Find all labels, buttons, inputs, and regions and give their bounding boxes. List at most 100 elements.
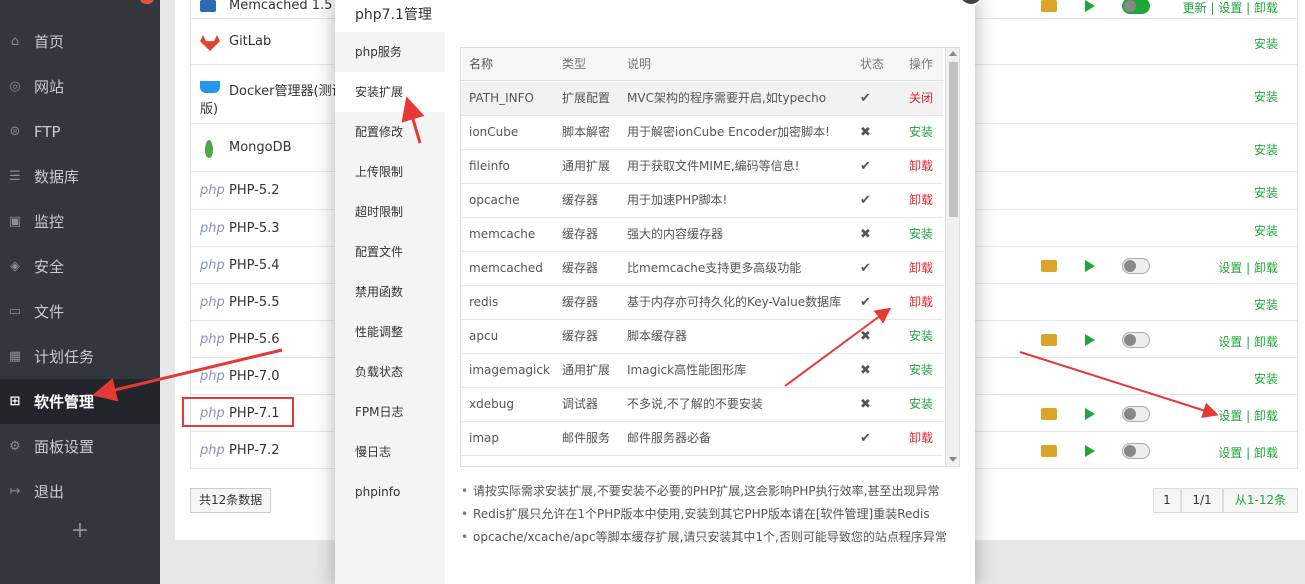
ext-type: 缓存器 — [562, 261, 599, 275]
ext-action-link[interactable]: 卸载 — [909, 286, 933, 319]
ext-name: memcache — [469, 227, 536, 241]
ext-action-link[interactable]: 安装 — [909, 388, 933, 421]
note-item: Redis扩展只允许在1个PHP版本中使用,安装到其它PHP版本请在[软件管理]… — [461, 503, 947, 526]
install-link[interactable]: 安装 — [1254, 296, 1278, 313]
install-link[interactable]: 安装 — [1254, 222, 1278, 239]
scroll-down-icon[interactable] — [949, 457, 957, 462]
folder-icon[interactable] — [1041, 408, 1057, 420]
sidebar-item-7[interactable]: ▦ 计划任务 — [0, 334, 160, 379]
folder-icon[interactable] — [1041, 0, 1057, 12]
status-icon: ✔ — [860, 193, 871, 208]
ext-action-link[interactable]: 卸载 — [909, 252, 933, 285]
sidebar-item-1[interactable]: ◎ 网站 — [0, 64, 160, 109]
menu-item-11[interactable]: phpinfo — [335, 472, 445, 512]
php-logo-icon: php — [200, 258, 225, 273]
install-link[interactable]: 安装 — [1254, 35, 1278, 52]
table-row: apcu 缓存器 脚本缓存器 ✖ 安装 — [461, 320, 943, 354]
col-name: 名称 — [469, 57, 494, 71]
table-row: memcached 缓存器 比memcache支持更多高级功能 ✔ 卸载 — [461, 252, 943, 286]
menu-item-6[interactable]: 禁用函数 — [335, 272, 445, 312]
table-header: 名称 类型 说明 状态 操作 — [461, 48, 943, 81]
settings-uninstall-link[interactable]: 设置 | 卸载 — [1218, 407, 1278, 424]
folder-icon[interactable] — [1041, 445, 1057, 457]
ext-type: 脚本解密 — [562, 125, 611, 139]
menu-item-8[interactable]: 负载状态 — [335, 352, 445, 392]
gear-icon: ⚙ — [9, 439, 21, 454]
menu-item-5[interactable]: 配置文件 — [335, 232, 445, 272]
install-link[interactable]: 安装 — [1254, 184, 1278, 201]
scroll-up-icon[interactable] — [949, 51, 957, 56]
software-name: PHP-5.4 — [229, 258, 280, 273]
sidebar-item-0[interactable]: ⌂ 首页 — [0, 19, 160, 64]
settings-uninstall-link[interactable]: 设置 | 卸载 — [1218, 259, 1278, 276]
software-name: GitLab — [229, 34, 272, 49]
folder-icon[interactable] — [1041, 334, 1057, 346]
sidebar-item-5[interactable]: ◈ 安全 — [0, 244, 160, 289]
ext-desc: 邮件服务器必备 — [627, 431, 712, 445]
ext-desc: Imagick高性能图形库 — [627, 363, 747, 377]
menu-item-2[interactable]: 配置修改 — [335, 112, 445, 152]
ext-name: imagemagick — [469, 363, 550, 377]
ext-type: 缓存器 — [562, 227, 599, 241]
menu-item-9[interactable]: FPM日志 — [335, 392, 445, 432]
play-icon[interactable] — [1085, 260, 1095, 272]
menu-item-3[interactable]: 上传限制 — [335, 152, 445, 192]
play-icon[interactable] — [1085, 408, 1095, 420]
ext-action-link[interactable]: 安装 — [909, 218, 933, 251]
sidebar-item-9[interactable]: ⚙ 面板设置 — [0, 424, 160, 469]
play-icon[interactable] — [1085, 0, 1095, 12]
toggle-switch[interactable] — [1122, 443, 1150, 459]
sidebar-item-3[interactable]: ☰ 数据库 — [0, 154, 160, 199]
sidebar-item-2[interactable]: ⊜ FTP — [0, 109, 160, 154]
settings-uninstall-link[interactable]: 设置 | 卸载 — [1218, 444, 1278, 461]
scroll-thumb[interactable] — [949, 62, 958, 217]
sidebar-item-8[interactable]: ⊞ 软件管理 — [0, 379, 160, 424]
ext-action-link[interactable]: 安装 — [909, 320, 933, 353]
ext-desc: 脚本缓存器 — [627, 329, 688, 343]
calendar-icon: ▦ — [8, 349, 22, 364]
modal-menu: php服务 安装扩展 配置修改 上传限制 超时限制 配置文件 禁用函数 性能调整 负载状态 FPM… — [335, 32, 445, 584]
sidebar-item-4[interactable]: ▣ 监控 — [0, 199, 160, 244]
php-logo-icon: php — [200, 295, 225, 310]
scrollbar[interactable] — [945, 48, 959, 466]
toggle-switch[interactable] — [1122, 258, 1150, 274]
ext-action-link[interactable]: 安装 — [909, 116, 933, 149]
menu-item-1[interactable]: 安装扩展 — [335, 72, 445, 112]
ext-desc: MVC架构的程序需要开启,如typecho — [627, 91, 827, 105]
table-row: ionCube 脚本解密 用于解密ionCube Encoder加密脚本! ✖ 安装 — [461, 116, 943, 150]
play-icon[interactable] — [1085, 445, 1095, 457]
install-link[interactable]: 安装 — [1254, 370, 1278, 387]
menu-item-0[interactable]: php服务 — [335, 32, 445, 72]
ext-action-link[interactable]: 卸载 — [909, 150, 933, 183]
toggle-switch[interactable] — [1122, 406, 1150, 422]
ext-name: PATH_INFO — [469, 91, 534, 105]
mongodb-icon — [205, 140, 213, 158]
sidebar-item-6[interactable]: ▭ 文件 — [0, 289, 160, 334]
ext-type: 通用扩展 — [562, 363, 611, 377]
menu-item-4[interactable]: 超时限制 — [335, 192, 445, 232]
toggle-switch[interactable] — [1122, 332, 1150, 348]
php-logo-icon: php — [200, 183, 225, 198]
install-link[interactable]: 安装 — [1254, 88, 1278, 105]
pager-current[interactable]: 1 — [1153, 488, 1181, 513]
ext-action-link[interactable]: 卸载 — [909, 184, 933, 217]
ext-type: 缓存器 — [562, 295, 599, 309]
play-icon[interactable] — [1085, 334, 1095, 346]
ext-action-link[interactable]: 安装 — [909, 354, 933, 387]
menu-item-7[interactable]: 性能调整 — [335, 312, 445, 352]
software-ops[interactable]: 更新 | 设置 | 卸载 — [1183, 0, 1278, 16]
add-shortcut-button[interactable]: + — [0, 518, 160, 543]
toggle-switch[interactable] — [1122, 0, 1150, 14]
settings-uninstall-link[interactable]: 设置 | 卸载 — [1218, 333, 1278, 350]
ext-action-link[interactable]: 卸载 — [909, 422, 933, 455]
install-link[interactable]: 安装 — [1254, 141, 1278, 158]
sidebar-item-10[interactable]: ↦ 退出 — [0, 469, 160, 514]
menu-item-10[interactable]: 慢日志 — [335, 432, 445, 472]
globe-icon: ◎ — [9, 79, 21, 94]
ext-name: memcached — [469, 261, 543, 275]
note-item: opcache/xcache/apc等脚本缓存扩展,请只安装其中1个,否则可能导… — [461, 526, 947, 549]
status-icon: ✔ — [860, 91, 871, 106]
ext-action-link[interactable]: 关闭 — [909, 82, 933, 115]
gitlab-icon — [200, 35, 220, 51]
folder-icon[interactable] — [1041, 260, 1057, 272]
